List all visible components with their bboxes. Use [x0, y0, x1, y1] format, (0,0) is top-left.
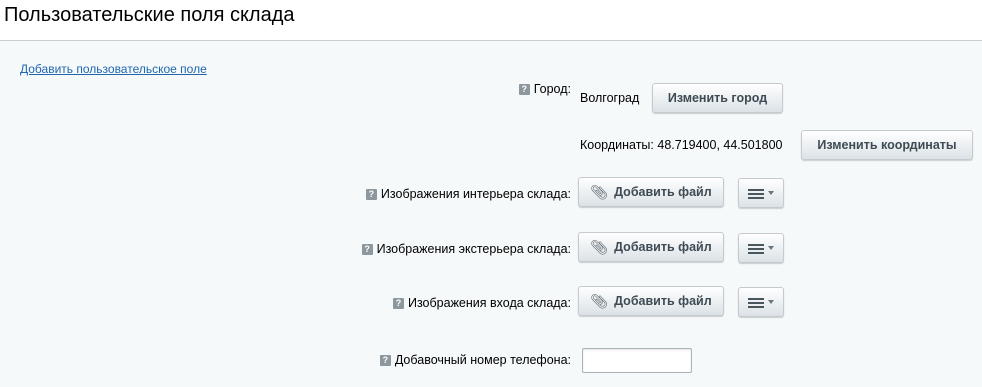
menu-icon — [748, 188, 764, 199]
paperclip-icon: 📎︎ — [590, 292, 609, 309]
city-value: Волгоград — [580, 91, 640, 105]
interior-add-file-button[interactable]: 📎︎ Добавить файл — [578, 177, 724, 207]
coordinates-text: Координаты: 48.719400, 44.501800 — [580, 138, 783, 152]
city-label-row: ? Город: — [518, 82, 571, 96]
entrance-menu-button[interactable] — [738, 287, 784, 317]
chevron-down-icon — [768, 300, 774, 304]
entrance-add-file-button[interactable]: 📎︎ Добавить файл — [578, 286, 724, 316]
menu-icon — [748, 297, 764, 308]
help-icon[interactable]: ? — [392, 297, 404, 309]
add-file-label: Добавить файл — [614, 294, 712, 308]
city-label: Город: — [533, 82, 571, 96]
exterior-add-file-button[interactable]: 📎︎ Добавить файл — [578, 232, 724, 262]
add-user-field-link[interactable]: Добавить пользовательское поле — [20, 62, 207, 76]
page-header: Пользовательские поля склада — [0, 0, 982, 41]
interior-images-label-row: ? Изображения интерьера склада: — [365, 187, 571, 201]
exterior-images-label-row: ? Изображения экстерьера склада: — [361, 242, 571, 256]
help-icon[interactable]: ? — [361, 243, 373, 255]
paperclip-icon: 📎︎ — [590, 183, 609, 200]
exterior-images-label: Изображения экстерьера склада: — [376, 242, 571, 256]
change-coordinates-button[interactable]: Изменить координаты — [801, 130, 973, 160]
change-city-button[interactable]: Изменить город — [652, 83, 783, 113]
extension-phone-label-row: ? Добавочный номер телефона: — [379, 353, 571, 367]
help-icon[interactable]: ? — [518, 83, 530, 95]
page-title: Пользовательские поля склада — [4, 4, 295, 26]
entrance-images-label: Изображения входа склада: — [407, 296, 571, 310]
paperclip-icon: 📎︎ — [590, 238, 609, 255]
entrance-images-label-row: ? Изображения входа склада: — [392, 296, 571, 310]
interior-menu-button[interactable] — [738, 178, 784, 208]
extension-phone-label: Добавочный номер телефона: — [394, 353, 571, 367]
chevron-down-icon — [768, 246, 774, 250]
menu-icon — [748, 243, 764, 254]
add-file-label: Добавить файл — [614, 185, 712, 199]
add-file-label: Добавить файл — [614, 240, 712, 254]
exterior-menu-button[interactable] — [738, 233, 784, 263]
interior-images-label: Изображения интерьера склада: — [380, 187, 571, 201]
help-icon[interactable]: ? — [365, 188, 377, 200]
extension-phone-input[interactable] — [582, 348, 692, 373]
help-icon[interactable]: ? — [379, 354, 391, 366]
chevron-down-icon — [768, 191, 774, 195]
